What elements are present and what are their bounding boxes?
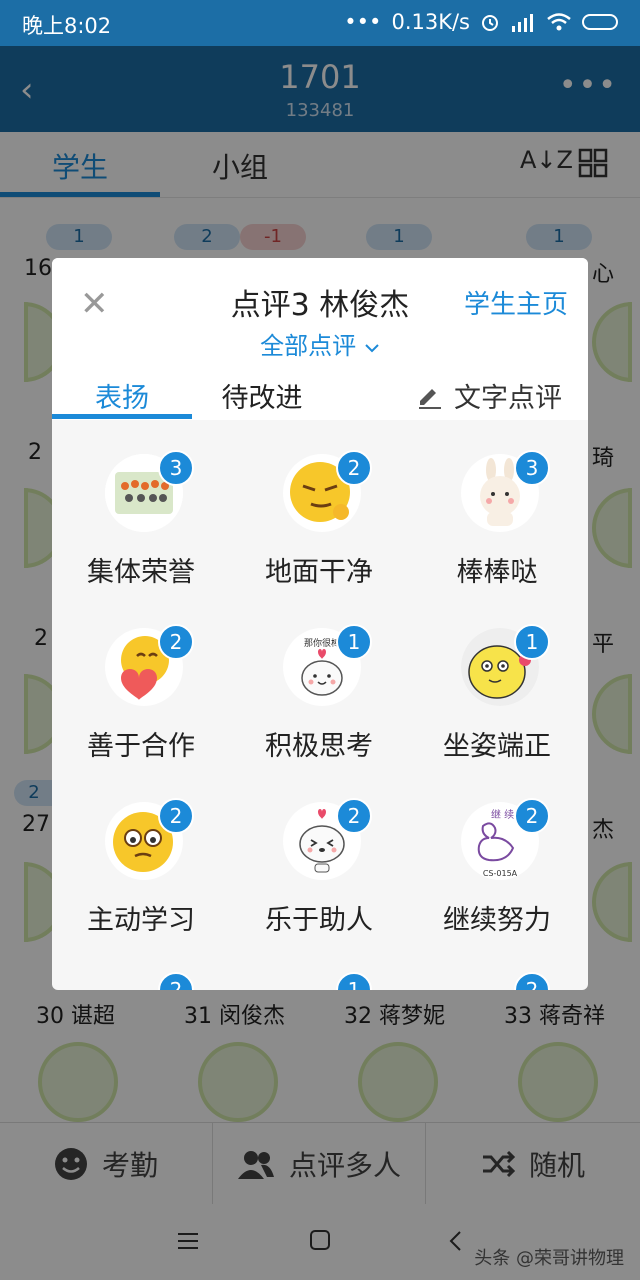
count-badge: 2 bbox=[514, 798, 550, 834]
count-badge: 1 bbox=[336, 624, 372, 660]
network-speed: 0.13K/s bbox=[391, 10, 470, 34]
praise-item[interactable]: 继 续 CS-015A 2 继续努力 bbox=[408, 768, 586, 942]
praise-item[interactable]: 1 坐姿端正 bbox=[408, 594, 586, 768]
status-time: 晚上8:02 bbox=[22, 14, 112, 38]
praise-label: 继续努力 bbox=[443, 905, 551, 936]
count-badge: 1 bbox=[336, 972, 372, 990]
watermark: 头条 @荣哥讲物理 bbox=[474, 1248, 624, 1269]
praise-item[interactable]: 那你很棒 1 积极思考 bbox=[230, 594, 408, 768]
praise-item[interactable]: 2 地面干净 bbox=[230, 420, 408, 594]
count-badge: 2 bbox=[336, 798, 372, 834]
praise-label: 坐姿端正 bbox=[443, 731, 551, 762]
praise-label: 乐于助人 bbox=[265, 905, 373, 936]
count-badge: 2 bbox=[514, 972, 550, 990]
praise-item[interactable]: 2 主动学习 bbox=[52, 768, 230, 942]
tab-praise[interactable]: 表扬 bbox=[52, 376, 192, 415]
chevron-down-icon bbox=[365, 344, 379, 353]
status-dots: ••• bbox=[344, 10, 382, 34]
praise-item[interactable]: 3 棒棒哒 bbox=[408, 420, 586, 594]
sticker-text: 继 续 bbox=[491, 808, 514, 821]
tab-improve[interactable]: 待改进 bbox=[192, 376, 332, 415]
sticker-text: 那你很棒 bbox=[304, 637, 340, 649]
status-bar: 晚上8:02 ••• 0.13K/s bbox=[0, 0, 640, 46]
battery-icon bbox=[582, 14, 618, 30]
wifi-icon bbox=[547, 13, 571, 31]
dialog-header: ✕ 点评3 林俊杰 学生主页 全部点评 表扬 待改进 文字点评 bbox=[52, 258, 588, 420]
praise-label: 积极思考 bbox=[265, 731, 373, 762]
praise-label: 善于合作 bbox=[87, 731, 195, 762]
pencil-icon bbox=[419, 388, 441, 409]
count-badge: 3 bbox=[158, 450, 194, 486]
count-badge: 2 bbox=[158, 624, 194, 660]
status-icons: ••• 0.13K/s bbox=[344, 10, 622, 34]
tab-text-review-label: 文字点评 bbox=[454, 383, 562, 414]
sticker-text: CS-015A bbox=[483, 869, 518, 878]
tab-text-review[interactable]: 文字点评 bbox=[416, 376, 562, 415]
praise-label: 地面干净 bbox=[265, 557, 373, 588]
signal-icon bbox=[512, 14, 533, 32]
tab-indicator bbox=[52, 414, 192, 419]
count-badge: 1 bbox=[514, 624, 550, 660]
review-filter-label: 全部点评 bbox=[260, 332, 357, 360]
praise-label: 主动学习 bbox=[87, 905, 195, 936]
praise-item[interactable]: 2 乐于助人 bbox=[230, 768, 408, 942]
count-badge: 2 bbox=[336, 450, 372, 486]
review-dialog: ✕ 点评3 林俊杰 学生主页 全部点评 表扬 待改进 文字点评 3 集体荣誉 2… bbox=[52, 258, 588, 990]
praise-item[interactable]: 2 善于合作 bbox=[52, 594, 230, 768]
count-badge: 2 bbox=[158, 972, 194, 990]
alarm-icon bbox=[482, 15, 498, 31]
praise-label: 集体荣誉 bbox=[87, 557, 195, 588]
praise-item[interactable]: 3 集体荣誉 bbox=[52, 420, 230, 594]
student-homepage-link[interactable]: 学生主页 bbox=[464, 284, 568, 321]
praise-label: 棒棒哒 bbox=[456, 557, 538, 588]
count-badge: 2 bbox=[158, 798, 194, 834]
count-badge: 3 bbox=[514, 450, 550, 486]
review-filter-dropdown[interactable]: 全部点评 bbox=[52, 326, 588, 361]
